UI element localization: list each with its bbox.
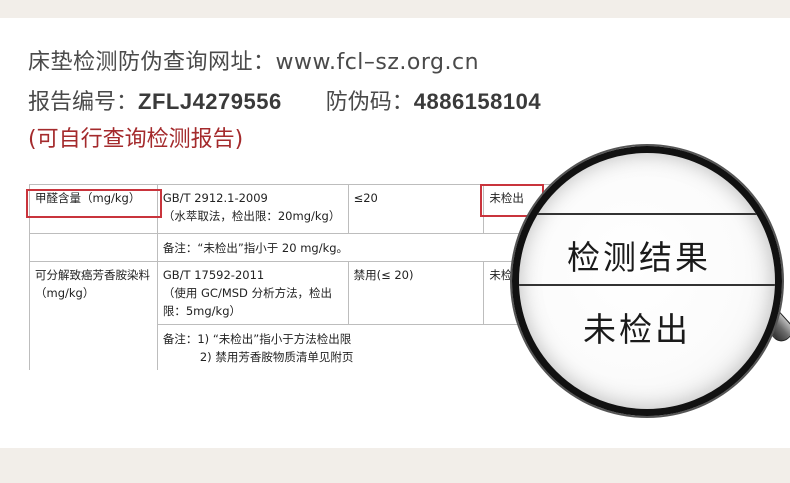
self-query-note: (可自行查询检测报告) bbox=[28, 127, 244, 152]
highlight-box-item bbox=[26, 189, 162, 218]
top-band bbox=[0, 0, 790, 18]
method-standard: GB/T 17592-2011 bbox=[162, 268, 265, 282]
method-formaldehyde: GB/T 2912.1-2009 （水萃取法，检出限：20mg/kg） bbox=[156, 184, 349, 234]
method-aromatic-amine: GB/T 17592-2011 （使用 GC/MSD 分析方法，检出限：5mg/… bbox=[156, 261, 349, 325]
magnified-value: 未检出 bbox=[583, 310, 691, 349]
method-detail: （水萃取法，检出限：20mg/kg） bbox=[162, 209, 341, 223]
method-standard: GB/T 2912.1-2009 bbox=[162, 191, 268, 205]
report-info-line: 报告编号：ZFLJ4279556 防伪码：4886158104 bbox=[28, 84, 541, 116]
divider bbox=[519, 213, 775, 215]
magnifier-lens: 检测结果 未检出 bbox=[512, 146, 782, 416]
item-aromatic-amine: 可分解致癌芳香胺染料（mg/kg） bbox=[29, 261, 158, 370]
requirement-formaldehyde: ≤20 bbox=[347, 184, 485, 234]
report-number: ZFLJ4279556 bbox=[138, 89, 282, 114]
divider bbox=[519, 284, 775, 286]
anti-counterfeit-label: 防伪码： bbox=[325, 90, 414, 115]
report-number-label: 报告编号： bbox=[28, 90, 139, 115]
query-website-line: 床垫检测防伪查询网址：www.fcl–sz.org.cn bbox=[28, 50, 480, 75]
bottom-band bbox=[0, 448, 790, 483]
method-detail: （使用 GC/MSD 分析方法，检出限：5mg/kg） bbox=[162, 286, 333, 318]
requirement-aromatic-amine: 禁用(≤ 20) bbox=[347, 261, 485, 325]
magnified-label: 检测结果 bbox=[567, 238, 711, 277]
anti-counterfeit-code: 4886158104 bbox=[413, 89, 542, 114]
